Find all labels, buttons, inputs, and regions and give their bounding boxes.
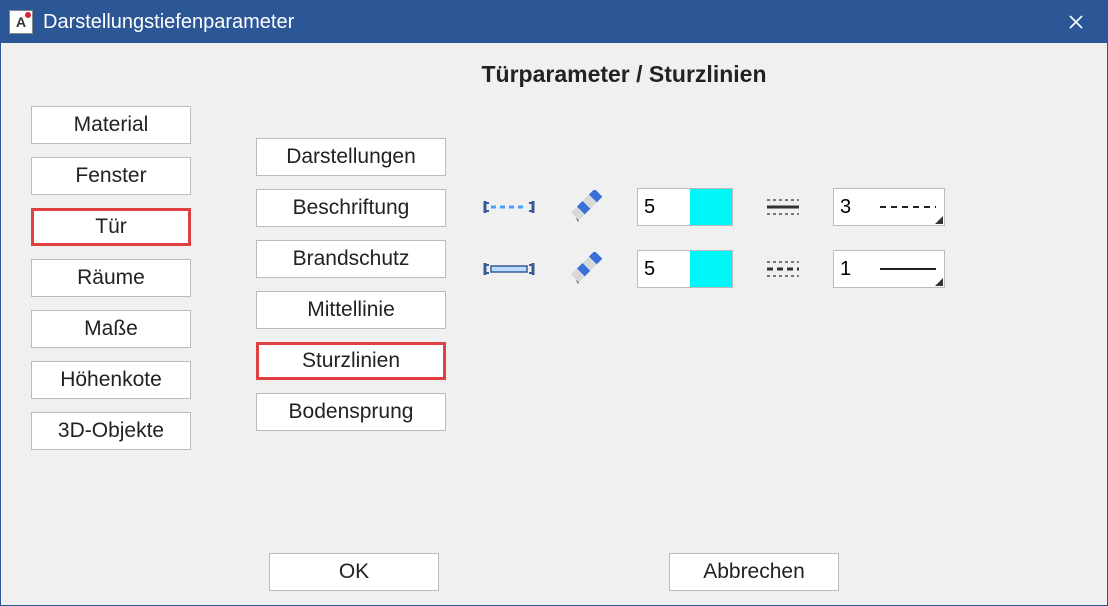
tab-label: Räume <box>77 266 145 290</box>
tab-label: Tür <box>95 215 127 239</box>
pen-number-box-2 <box>637 250 733 288</box>
tab-raeume[interactable]: Räume <box>31 259 191 297</box>
close-icon <box>1069 15 1083 29</box>
cancel-label: Abbrechen <box>703 560 805 584</box>
tab-label: 3D-Objekte <box>58 419 164 443</box>
linetype-number-input-2[interactable] <box>834 251 872 287</box>
sub-panel: Darstellungen Beschriftung Brandschutz M… <box>256 106 945 450</box>
subtab-label: Bodensprung <box>289 400 414 424</box>
dialog-window: A Darstellungstiefenparameter Türparamet… <box>0 0 1108 606</box>
subtab-bodensprung[interactable]: Bodensprung <box>256 393 446 431</box>
linetype-preview-2[interactable] <box>872 251 944 287</box>
subtab-brandschutz[interactable]: Brandschutz <box>256 240 446 278</box>
pencil-icon <box>570 190 604 224</box>
pen-color-button-1[interactable] <box>567 190 607 224</box>
subtab-label: Mittellinie <box>307 298 395 322</box>
tab-label: Maße <box>84 317 138 341</box>
param-row-1 <box>481 188 945 226</box>
app-icon-letter: A <box>16 14 26 30</box>
left-tabs: Material Fenster Tür Räume Maße Höhenkot… <box>31 106 191 450</box>
lintel-dashed-svg <box>481 197 537 217</box>
parameter-rows <box>481 188 945 450</box>
tab-material[interactable]: Material <box>31 106 191 144</box>
tab-fenster[interactable]: Fenster <box>31 157 191 195</box>
pen-color-button-2[interactable] <box>567 252 607 286</box>
subtab-mittellinie[interactable]: Mittellinie <box>256 291 446 329</box>
tab-hoehenkote[interactable]: Höhenkote <box>31 361 191 399</box>
pen-number-box-1 <box>637 188 733 226</box>
ok-button[interactable]: OK <box>269 553 439 591</box>
subtab-label: Brandschutz <box>293 247 410 271</box>
subtab-label: Beschriftung <box>293 196 410 220</box>
linetype-icon <box>765 196 801 218</box>
color-swatch-2[interactable] <box>690 251 732 287</box>
tab-tuer[interactable]: Tür <box>31 208 191 246</box>
linetype-number-input-1[interactable] <box>834 189 872 225</box>
tab-masse[interactable]: Maße <box>31 310 191 348</box>
window-title: Darstellungstiefenparameter <box>43 11 294 34</box>
linetype-icon <box>765 258 801 280</box>
param-row-2 <box>481 250 945 288</box>
subtab-sturzlinien[interactable]: Sturzlinien <box>256 342 446 380</box>
color-swatch-1[interactable] <box>690 189 732 225</box>
tab-label: Material <box>74 113 149 137</box>
linetype-preview-1[interactable] <box>872 189 944 225</box>
pen-number-input-2[interactable] <box>638 251 690 287</box>
ok-label: OK <box>339 560 369 584</box>
linetype-button-2[interactable] <box>763 258 803 280</box>
main-area: Material Fenster Tür Räume Maße Höhenkot… <box>1 96 1107 450</box>
linetype-button-1[interactable] <box>763 196 803 218</box>
linetype-box-2 <box>833 250 945 288</box>
tab-3d-objekte[interactable]: 3D-Objekte <box>31 412 191 450</box>
close-button[interactable] <box>1053 1 1099 43</box>
linetype-box-1 <box>833 188 945 226</box>
subtab-label: Sturzlinien <box>302 349 400 373</box>
titlebar: A Darstellungstiefenparameter <box>1 1 1107 43</box>
footer-buttons: OK Abbrechen <box>1 553 1107 591</box>
page-title: Türparameter / Sturzlinien <box>141 43 1107 96</box>
tab-label: Höhenkote <box>60 368 162 392</box>
app-icon: A <box>9 10 33 34</box>
lintel-solid-svg <box>481 259 537 279</box>
pencil-icon <box>570 252 604 286</box>
sub-tabs: Darstellungen Beschriftung Brandschutz M… <box>256 138 446 450</box>
subtab-darstellungen[interactable]: Darstellungen <box>256 138 446 176</box>
cancel-button[interactable]: Abbrechen <box>669 553 839 591</box>
subtab-label: Darstellungen <box>286 145 416 169</box>
tab-label: Fenster <box>75 164 146 188</box>
subtab-beschriftung[interactable]: Beschriftung <box>256 189 446 227</box>
pen-number-input-1[interactable] <box>638 189 690 225</box>
lintel-dashed-icon[interactable] <box>481 197 537 217</box>
lintel-solid-icon[interactable] <box>481 259 537 279</box>
